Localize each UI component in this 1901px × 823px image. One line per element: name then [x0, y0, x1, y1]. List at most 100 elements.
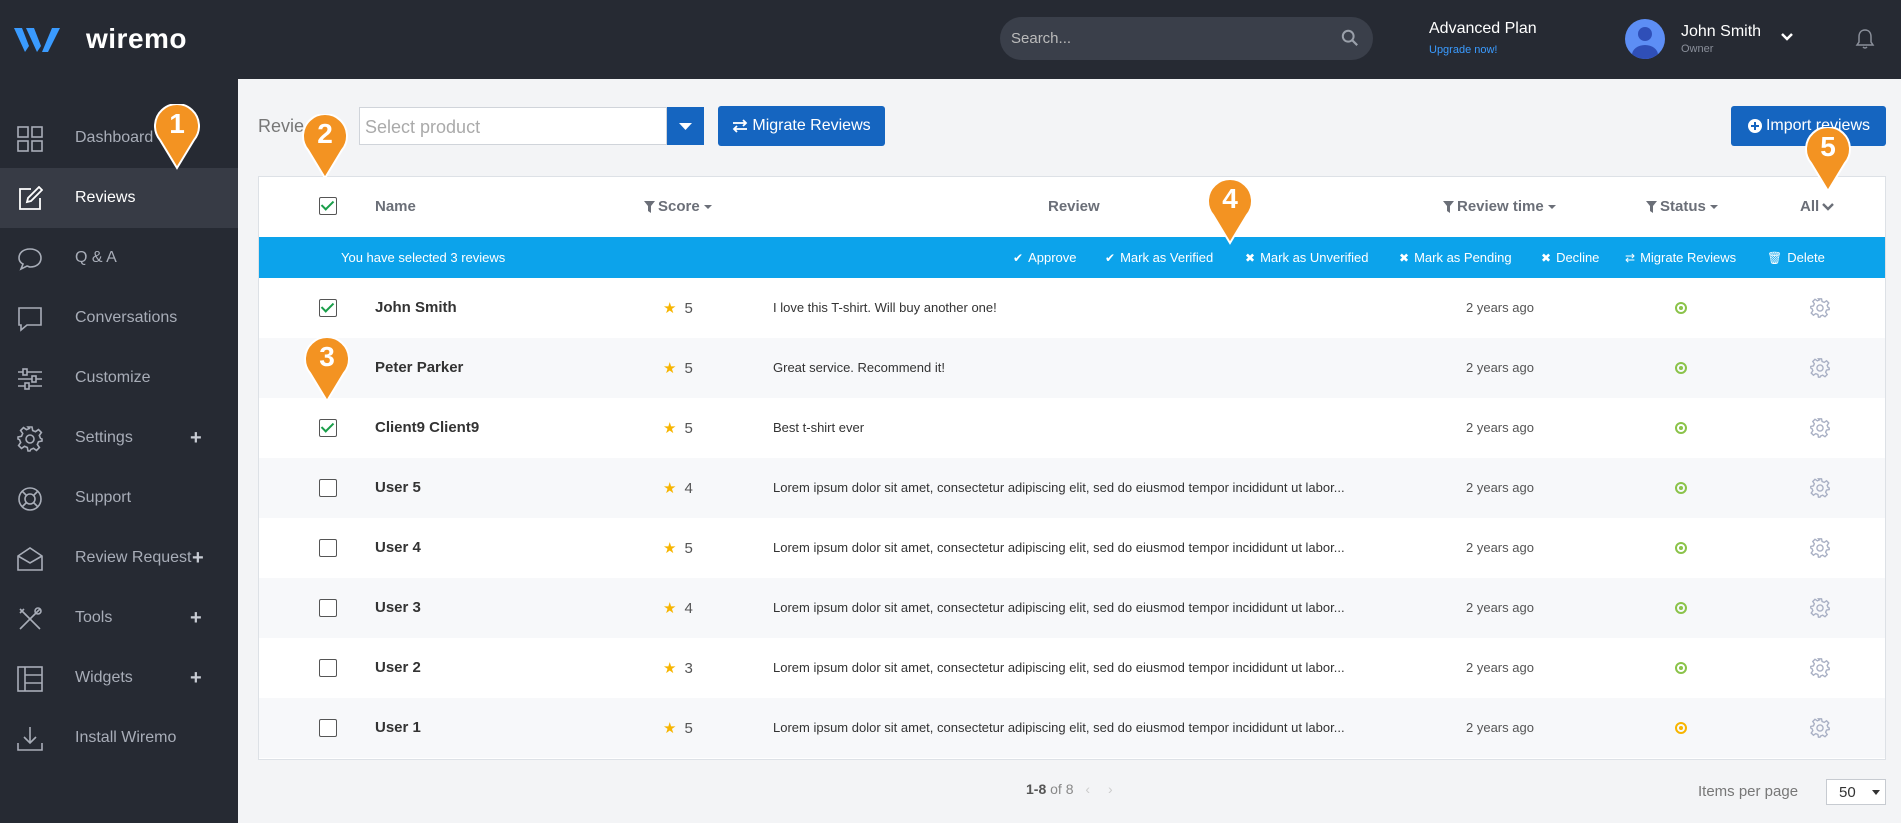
- row-checkbox[interactable]: [319, 419, 337, 437]
- sidebar-item-settings[interactable]: Settings +: [0, 408, 238, 468]
- next-page-icon[interactable]: ›: [1108, 781, 1113, 797]
- sidebar-item-label: Support: [75, 489, 132, 506]
- bell-icon[interactable]: [1855, 28, 1875, 50]
- expand-plus-icon[interactable]: +: [190, 607, 202, 630]
- row-checkbox[interactable]: [319, 539, 337, 557]
- status-dot-icon[interactable]: [1675, 722, 1687, 734]
- reviewer-name[interactable]: User 3: [375, 599, 421, 616]
- table-row[interactable]: User 4 ★ 5 Lorem ipsum dolor sit amet, co…: [259, 518, 1885, 578]
- reviewer-name[interactable]: Peter Parker: [375, 359, 463, 376]
- top-bar: wiremo Advanced Plan Upgrade now! John S…: [0, 0, 1901, 79]
- sidebar-item-tools[interactable]: Tools +: [0, 588, 238, 648]
- sidebar-item-conversations[interactable]: Conversations: [0, 288, 238, 348]
- gear-icon[interactable]: [1810, 478, 1830, 498]
- status-dot-icon[interactable]: [1675, 662, 1687, 674]
- sidebar-item-widgets[interactable]: Widgets +: [0, 648, 238, 708]
- star-icon: ★: [663, 720, 677, 737]
- star-icon: ★: [663, 300, 677, 317]
- status-dot-icon[interactable]: [1675, 422, 1687, 434]
- table-row[interactable]: User 1 ★ 5 Lorem ipsum dolor sit amet, co…: [259, 698, 1885, 758]
- pagination-total: of 8: [1050, 781, 1074, 797]
- decline-action[interactable]: ✖ Decline: [1541, 250, 1599, 265]
- product-select-placeholder: Select product: [365, 117, 481, 137]
- column-header-all[interactable]: All: [1800, 198, 1835, 215]
- gear-icon[interactable]: [1810, 418, 1830, 438]
- reviewer-name[interactable]: Client9 Client9: [375, 419, 479, 436]
- row-checkbox[interactable]: [319, 299, 337, 317]
- status-dot-icon[interactable]: [1675, 542, 1687, 554]
- chevron-down-icon[interactable]: [1780, 30, 1794, 44]
- avatar[interactable]: [1625, 19, 1665, 59]
- migrate-reviews-button[interactable]: Migrate Reviews: [718, 106, 885, 146]
- caret-down-icon: [1709, 204, 1718, 209]
- sidebar-item-reviews[interactable]: Reviews: [0, 168, 238, 228]
- selection-bar: You have selected 3 reviews ✔ Approve ✔ Ma…: [259, 237, 1885, 278]
- table-row[interactable]: User 5 ★ 4 Lorem ipsum dolor sit amet, co…: [259, 458, 1885, 518]
- column-header-status[interactable]: Status: [1646, 198, 1719, 215]
- expand-plus-icon[interactable]: +: [190, 667, 202, 690]
- table-row[interactable]: User 2 ★ 3 Lorem ipsum dolor sit amet, co…: [259, 638, 1885, 698]
- delete-action[interactable]: 🗑 Delete: [1767, 250, 1825, 265]
- star-icon: ★: [663, 540, 677, 557]
- product-select-dropdown-button[interactable]: [667, 107, 704, 145]
- column-header-review-time[interactable]: Review time: [1443, 198, 1557, 215]
- row-checkbox[interactable]: [319, 479, 337, 497]
- star-icon: ★: [663, 420, 677, 437]
- table-row[interactable]: John Smith ★ 5 I love this T-shirt. Will …: [259, 278, 1885, 338]
- expand-plus-icon[interactable]: +: [190, 427, 202, 450]
- mark-pending-action[interactable]: ✖ Mark as Pending: [1399, 250, 1512, 265]
- user-menu[interactable]: John Smith Owner: [1625, 19, 1761, 59]
- row-checkbox[interactable]: [319, 719, 337, 737]
- column-header-name[interactable]: Name: [375, 198, 416, 215]
- reviewer-name[interactable]: John Smith: [375, 299, 457, 316]
- chat-bubble-icon: [18, 248, 42, 271]
- row-checkbox[interactable]: [319, 599, 337, 617]
- upgrade-link[interactable]: Upgrade now!: [1429, 44, 1537, 56]
- logo[interactable]: wiremo: [14, 22, 187, 56]
- review-time: 2 years ago: [1466, 420, 1534, 435]
- sidebar-item-label: Q & A: [75, 249, 117, 266]
- row-checkbox[interactable]: [319, 659, 337, 677]
- mark-verified-action[interactable]: ✔ Mark as Verified: [1105, 250, 1213, 265]
- gear-icon[interactable]: [1810, 358, 1830, 378]
- gear-icon[interactable]: [1810, 298, 1830, 318]
- review-text: Lorem ipsum dolor sit amet, consectetur …: [773, 480, 1345, 495]
- sidebar-item-qa[interactable]: Q & A: [0, 228, 238, 288]
- sidebar-item-dashboard[interactable]: Dashboard: [0, 108, 238, 168]
- gear-icon[interactable]: [1810, 598, 1830, 618]
- wiremo-logo-icon: [14, 28, 60, 52]
- reviewer-name[interactable]: User 1: [375, 719, 421, 736]
- select-all-checkbox[interactable]: [319, 197, 337, 215]
- items-per-page-select[interactable]: 50: [1826, 779, 1886, 805]
- table-row[interactable]: Client9 Client9 ★ 5 Best t-shirt ever 2 y…: [259, 398, 1885, 458]
- column-header-score[interactable]: Score: [644, 198, 713, 215]
- gear-icon[interactable]: [1810, 538, 1830, 558]
- table-row[interactable]: User 3 ★ 4 Lorem ipsum dolor sit amet, co…: [259, 578, 1885, 638]
- gear-icon[interactable]: [1810, 658, 1830, 678]
- score-value: 4: [684, 599, 693, 617]
- status-dot-icon[interactable]: [1675, 302, 1687, 314]
- gear-icon[interactable]: [1810, 718, 1830, 738]
- product-select[interactable]: Select product: [359, 107, 667, 145]
- approve-action[interactable]: ✔ Approve: [1013, 250, 1076, 265]
- table-row[interactable]: Peter Parker ★ 5 Great service. Recommend…: [259, 338, 1885, 398]
- sidebar-item-customize[interactable]: Customize: [0, 348, 238, 408]
- callout-number: 2: [317, 118, 333, 149]
- sidebar-item-install[interactable]: Install Wiremo: [0, 708, 238, 768]
- search-icon[interactable]: [1341, 29, 1359, 47]
- sidebar-item-support[interactable]: Support: [0, 468, 238, 528]
- expand-plus-icon[interactable]: +: [192, 547, 204, 570]
- score: ★ 5: [663, 299, 693, 318]
- migrate-reviews-action[interactable]: ⇄ Migrate Reviews: [1625, 250, 1736, 265]
- reviewer-name[interactable]: User 2: [375, 659, 421, 676]
- close-icon: ✖: [1245, 250, 1256, 265]
- status-dot-icon[interactable]: [1675, 482, 1687, 494]
- status-dot-icon[interactable]: [1675, 362, 1687, 374]
- search-input[interactable]: [1000, 17, 1330, 60]
- reviewer-name[interactable]: User 4: [375, 539, 421, 556]
- sidebar-item-review-request[interactable]: Review Request +: [0, 528, 238, 588]
- mark-unverified-action[interactable]: ✖ Mark as Unverified: [1245, 250, 1368, 265]
- status-dot-icon[interactable]: [1675, 602, 1687, 614]
- prev-page-icon[interactable]: ‹: [1085, 781, 1090, 797]
- reviewer-name[interactable]: User 5: [375, 479, 421, 496]
